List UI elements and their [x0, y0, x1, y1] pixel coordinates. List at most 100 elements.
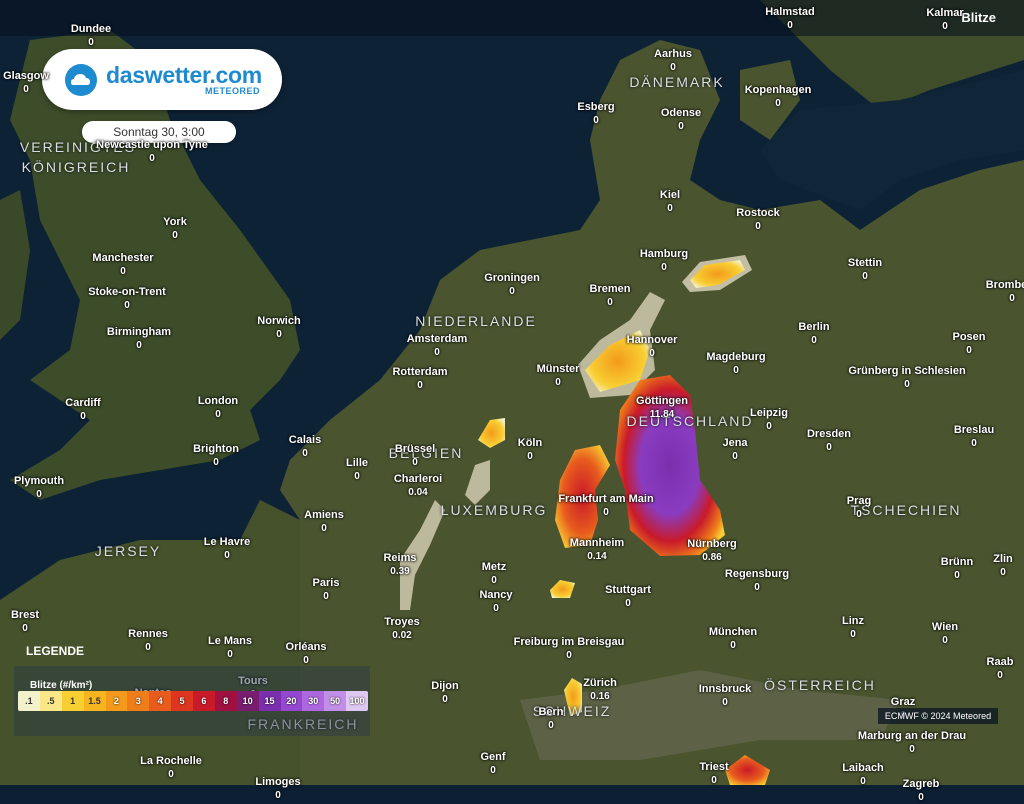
city-marker[interactable]: Münster 0 — [537, 363, 580, 389]
city-marker[interactable]: München 0 — [709, 626, 757, 652]
city-value: 0.86 — [702, 552, 722, 563]
city-marker[interactable]: Raab 0 — [987, 656, 1014, 682]
city-marker[interactable]: Mannheim 0.14 — [570, 537, 624, 563]
city-marker[interactable]: Glasgow 0 — [3, 70, 49, 96]
city-marker[interactable]: Newcastle upon Tyne 0 — [96, 139, 208, 165]
city-marker[interactable]: Rotterdam 0 — [392, 366, 447, 392]
city-name: Le Havre — [203, 536, 251, 548]
tab-blitze[interactable]: Blitze — [961, 10, 996, 25]
city-name: Dresden — [806, 428, 852, 440]
city-marker[interactable]: Norwich 0 — [257, 315, 300, 341]
city-name: Newcastle upon Tyne — [96, 139, 208, 151]
city-marker[interactable]: Brest 0 — [11, 609, 39, 635]
city-marker[interactable]: Kiel 0 — [660, 189, 680, 215]
city-marker[interactable]: Limoges 0 — [255, 776, 300, 802]
city-marker[interactable]: Hannover 0 — [627, 334, 678, 360]
city-marker[interactable]: Triest 0 — [699, 761, 728, 787]
city-value: 0 — [1000, 567, 1006, 578]
city-marker[interactable]: Bromberg 0 — [986, 279, 1024, 305]
city-marker[interactable]: Hamburg 0 — [640, 248, 688, 274]
city-name: Amsterdam — [406, 333, 468, 345]
city-marker[interactable]: Magdeburg 0 — [706, 351, 765, 377]
city-marker[interactable]: Rostock 0 — [736, 207, 779, 233]
city-name: Zürich — [583, 677, 617, 689]
city-marker[interactable]: Bern 0 — [538, 706, 563, 732]
city-marker[interactable]: Stuttgart 0 — [605, 584, 651, 610]
city-marker[interactable]: Lille 0 — [346, 457, 368, 483]
city-marker[interactable]: Groningen 0 — [484, 272, 540, 298]
city-value: 0 — [730, 640, 736, 651]
city-marker[interactable]: Amiens 0 — [304, 509, 344, 535]
city-marker[interactable]: Le Mans 0 — [208, 635, 252, 661]
city-marker[interactable]: Troyes 0.02 — [384, 616, 419, 642]
city-marker[interactable]: Kalmar 0 — [926, 7, 963, 33]
city-marker[interactable]: Freiburg im Breisgau 0 — [514, 636, 625, 662]
city-marker[interactable]: Charleroi 0.04 — [394, 473, 442, 499]
city-marker[interactable]: Wien 0 — [932, 621, 958, 647]
city-name: Berlin — [798, 321, 830, 333]
city-marker[interactable]: Jena 0 — [722, 437, 747, 463]
city-marker[interactable]: Brighton 0 — [193, 443, 239, 469]
city-marker[interactable]: Odense 0 — [661, 107, 701, 133]
city-marker[interactable]: Köln 0 — [518, 437, 542, 463]
city-marker[interactable]: Breslau 0 — [954, 424, 994, 450]
city-name: Freiburg im Breisgau — [513, 636, 625, 648]
city-marker[interactable]: La Rochelle 0 — [140, 755, 202, 781]
city-marker[interactable]: Cardiff 0 — [65, 397, 100, 423]
city-marker[interactable]: Genf 0 — [480, 751, 505, 777]
city-marker[interactable]: Paris 0 — [313, 577, 340, 603]
city-marker[interactable]: Dresden 0 — [807, 428, 851, 454]
city-marker[interactable]: Reims 0.39 — [383, 552, 416, 578]
city-marker[interactable]: Grünberg in Schlesien 0 — [848, 365, 965, 391]
city-name: Limoges — [255, 776, 301, 788]
city-marker[interactable]: Regensburg 0 — [725, 568, 789, 594]
city-value: 0 — [168, 769, 174, 780]
city-value: 0 — [667, 203, 673, 214]
city-marker[interactable]: Nürnberg 0.86 — [687, 538, 737, 564]
city-marker[interactable]: Metz 0 — [482, 561, 506, 587]
city-marker[interactable]: Orléans 0 — [286, 641, 327, 667]
city-marker[interactable]: Zlin 0 — [993, 553, 1013, 579]
city-value: 0 — [766, 421, 772, 432]
city-marker[interactable]: York 0 — [163, 216, 187, 242]
city-marker[interactable]: Marburg an der Drau 0 — [858, 730, 966, 756]
city-marker[interactable]: Plymouth 0 — [14, 475, 64, 501]
city-marker[interactable]: Calais 0 — [289, 434, 321, 460]
city-marker[interactable]: Bremen 0 — [590, 283, 631, 309]
city-value: 0 — [733, 365, 739, 376]
city-marker[interactable]: Aarhus 0 — [654, 48, 692, 74]
city-marker[interactable]: Brüssel 0 — [395, 443, 435, 469]
city-marker[interactable]: Laibach 0 — [842, 762, 884, 788]
city-marker[interactable]: Esberg 0 — [577, 101, 614, 127]
city-value: 0 — [787, 20, 793, 31]
city-marker[interactable]: Dijon 0 — [431, 680, 459, 706]
city-marker[interactable]: Brünn 0 — [941, 556, 973, 582]
city-marker[interactable]: Stettin 0 — [848, 257, 882, 283]
city-marker[interactable]: Frankfurt am Main 0 — [558, 493, 653, 519]
city-marker[interactable]: Rennes 0 — [128, 628, 168, 654]
city-marker[interactable]: Halmstad 0 — [765, 6, 815, 32]
city-marker[interactable]: Berlin 0 — [798, 321, 829, 347]
city-value: 0 — [276, 329, 282, 340]
city-marker[interactable]: London 0 — [198, 395, 238, 421]
city-value: 0 — [722, 697, 728, 708]
city-marker[interactable]: Posen 0 — [952, 331, 985, 357]
city-value: 0 — [566, 650, 572, 661]
city-marker[interactable]: Linz 0 — [842, 615, 864, 641]
brand-logo[interactable]: daswetter.com METEORED — [42, 49, 282, 110]
city-marker[interactable]: Birmingham 0 — [107, 326, 171, 352]
city-marker[interactable]: Prag 0 — [847, 495, 871, 521]
city-name: Göttingen — [636, 395, 688, 407]
city-marker[interactable]: Stoke-on-Trent 0 — [88, 286, 166, 312]
city-marker[interactable]: Le Havre 0 — [204, 536, 250, 562]
city-marker[interactable]: Zagreb 0 — [903, 778, 940, 804]
city-marker[interactable]: Dundee 0 — [71, 23, 111, 49]
city-marker[interactable]: Nancy 0 — [479, 589, 512, 615]
city-marker[interactable]: Göttingen 11.84 — [636, 395, 688, 421]
city-marker[interactable]: Zürich 0.16 — [583, 677, 617, 703]
city-marker[interactable]: Manchester 0 — [92, 252, 153, 278]
city-marker[interactable]: Amsterdam 0 — [407, 333, 468, 359]
city-marker[interactable]: Innsbruck 0 — [699, 683, 752, 709]
city-marker[interactable]: Leipzig 0 — [750, 407, 788, 433]
city-marker[interactable]: Kopenhagen 0 — [745, 84, 812, 110]
